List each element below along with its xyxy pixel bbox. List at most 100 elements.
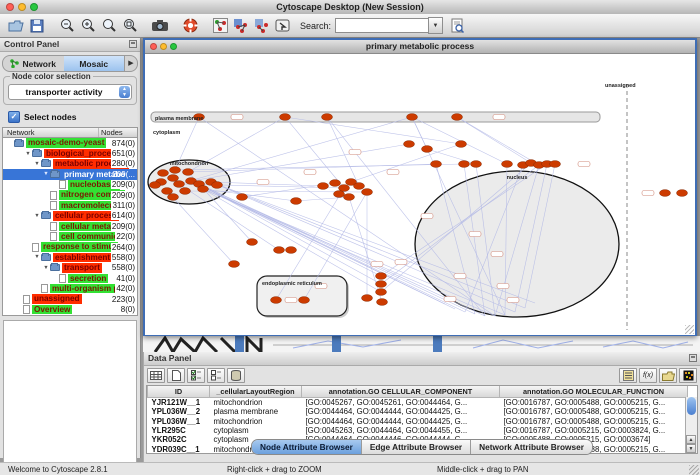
graph-node[interactable] [170, 167, 181, 174]
graph-node[interactable] [183, 169, 194, 176]
zoom-in-button[interactable] [78, 16, 98, 36]
graph-node[interactable] [377, 299, 388, 306]
zoom-out-button[interactable] [57, 16, 77, 36]
graph-node[interactable] [247, 239, 258, 246]
graph-edge[interactable] [457, 117, 539, 165]
attribute-tab-1[interactable]: Edge Attribute Browser [362, 440, 471, 454]
graph-node[interactable] [168, 175, 179, 182]
tree-row[interactable]: unassigned223(0) [3, 294, 137, 304]
endoplasmic-reticulum-region[interactable] [257, 276, 347, 316]
graph-node[interactable] [174, 181, 185, 188]
zoom-fit-button[interactable] [99, 16, 119, 36]
new-network-from-selected-edges-button[interactable] [252, 16, 272, 36]
import-network-button[interactable] [273, 16, 293, 36]
minimize-window-button[interactable] [18, 3, 26, 11]
graph-edge[interactable] [351, 144, 461, 182]
float-panel-icon[interactable] [689, 354, 697, 362]
tree-row[interactable]: response to stimul264(0) [3, 242, 137, 252]
graph-node[interactable] [677, 190, 688, 197]
search-input[interactable] [335, 18, 428, 33]
delete-attribute-button[interactable] [227, 368, 245, 383]
graph-node[interactable] [291, 198, 302, 205]
new-attribute-button[interactable] [167, 368, 185, 383]
select-attributes-button[interactable] [147, 368, 165, 383]
snapshot-button[interactable] [150, 16, 170, 36]
graph-node[interactable] [660, 190, 671, 197]
graph-node[interactable] [162, 188, 173, 195]
graph-node[interactable] [362, 295, 373, 302]
attribute-list-button[interactable] [619, 368, 637, 383]
graph-node[interactable] [150, 182, 161, 189]
graph-node[interactable] [237, 194, 248, 201]
tree-row[interactable]: ▼cellular process614(0) [3, 211, 137, 221]
zoom-selected-button[interactable] [120, 16, 140, 36]
graph-edge[interactable] [191, 144, 409, 181]
graph-node[interactable] [550, 161, 561, 168]
close-view-button[interactable] [150, 43, 157, 50]
zoom-window-button[interactable] [30, 3, 38, 11]
graph-node[interactable] [274, 247, 285, 254]
tree-row[interactable]: secretion41(0) [3, 273, 137, 283]
graph-node[interactable] [452, 114, 463, 121]
table-row[interactable]: YPL036W__2plasma membrane[GO:0044464, GO… [148, 407, 688, 416]
graph-node[interactable] [376, 273, 387, 280]
graph-node[interactable] [212, 182, 223, 189]
expander-icon[interactable]: ▼ [33, 254, 41, 260]
tree-row[interactable]: ▼transport558(0) [3, 263, 137, 273]
graph-edge[interactable] [188, 117, 285, 172]
tree-row[interactable]: nitrogen compo209(0) [3, 190, 137, 200]
tree-row[interactable]: cell communicat22(0) [3, 232, 137, 242]
graph-node[interactable] [456, 141, 467, 148]
graph-node[interactable] [194, 114, 205, 121]
zoom-view-button[interactable] [170, 43, 177, 50]
tree-row[interactable]: ▼establishment of lo558(0) [3, 252, 137, 262]
attribute-tab-2[interactable]: Network Attribute Browser [471, 440, 592, 454]
table-column-header[interactable]: annotation.GO MOLECULAR_FUNCTION [500, 386, 688, 398]
graph-node[interactable] [404, 141, 415, 148]
graph-node[interactable] [168, 194, 179, 201]
canvas-resize-grip[interactable] [685, 325, 694, 334]
tree-row[interactable]: macromolecule311(0) [3, 200, 137, 210]
graph-node[interactable] [286, 247, 297, 254]
expander-icon[interactable]: ▼ [42, 171, 50, 177]
table-column-header[interactable]: annotation.GO CELLULAR_COMPONENT [302, 386, 500, 398]
table-row[interactable]: YLR295Ccytoplasm[GO:0045263, GO:0044464,… [148, 426, 688, 435]
search-dropdown-button[interactable]: ▼ [428, 17, 443, 34]
graph-node[interactable] [299, 297, 310, 304]
tree-row[interactable]: ▼primary metabo209(... [3, 169, 137, 179]
tree-row[interactable]: ▼metabolic process280(0) [3, 159, 137, 169]
graph-edge[interactable] [296, 197, 349, 201]
table-row[interactable]: YPL036W__1mitochondrion[GO:0044464, GO:0… [148, 417, 688, 426]
graph-node[interactable] [376, 281, 387, 288]
close-window-button[interactable] [6, 3, 14, 11]
expander-icon[interactable]: ▼ [33, 161, 41, 167]
graph-node[interactable] [229, 261, 240, 268]
graph-node[interactable] [422, 146, 433, 153]
float-panel-icon[interactable] [129, 40, 137, 48]
graph-edge[interactable] [457, 117, 531, 163]
graph-node[interactable] [158, 170, 169, 177]
network-window-titlebar[interactable]: primary metabolic process [145, 40, 695, 54]
import-attributes-button[interactable] [659, 368, 677, 383]
expander-icon[interactable]: ▼ [33, 213, 41, 219]
graph-node[interactable] [271, 297, 282, 304]
graph-node[interactable] [407, 114, 418, 121]
graph-node[interactable] [180, 188, 191, 195]
scrollbar-thumb[interactable] [687, 397, 696, 415]
attribute-tab-0[interactable]: Node Attribute Browser [252, 440, 362, 454]
network-overview-button[interactable] [210, 16, 230, 36]
unselect-all-attributes-button[interactable] [207, 368, 225, 383]
tab-mosaic[interactable]: Mosaic [64, 56, 125, 71]
expander-icon[interactable]: ▼ [24, 151, 32, 157]
table-column-header[interactable]: _cellularLayoutRegion [210, 386, 302, 398]
save-session-button[interactable] [27, 16, 47, 36]
graph-node[interactable] [431, 161, 442, 168]
graph-node[interactable] [339, 185, 350, 192]
graph-node[interactable] [362, 189, 373, 196]
tabs-overflow-arrow[interactable]: ▶ [124, 56, 137, 71]
network-canvas[interactable]: plasma membrane cytoplasm mitochondrion … [145, 54, 695, 335]
expander-icon[interactable]: ▼ [42, 265, 50, 271]
graph-node[interactable] [471, 161, 482, 168]
minimize-view-button[interactable] [160, 43, 167, 50]
nucleus-region[interactable] [415, 171, 619, 317]
